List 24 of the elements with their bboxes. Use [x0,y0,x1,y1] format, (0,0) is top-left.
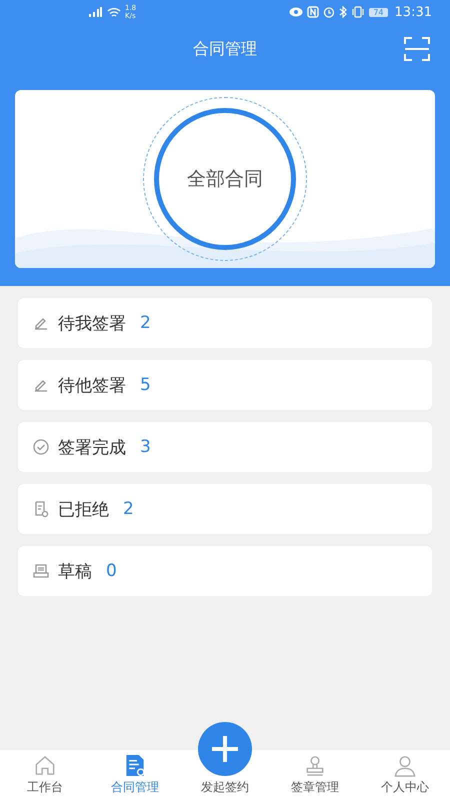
nav-tab[interactable]: 个人中心 [360,750,450,800]
nav-tab[interactable]: 合同管理 [90,750,180,800]
contract-category-row[interactable]: 待我签署 2 [18,298,432,348]
category-count: 2 [123,499,134,519]
category-count: 5 [140,375,151,395]
contract-category-row[interactable]: 签署完成 3 [18,422,432,472]
category-count: 3 [140,437,151,457]
category-label: 已拒绝 [58,498,109,520]
category-count: 0 [106,561,117,581]
category-label: 待我签署 [58,312,126,334]
nav-tab[interactable]: 工作台 [0,750,90,800]
nav-tab[interactable]: 签章管理 [270,750,360,800]
nav-tab[interactable]: 发起签约 [180,724,270,800]
category-label: 草稿 [58,560,92,582]
contract-category-row[interactable]: 已拒绝 2 [18,484,432,534]
category-label: 签署完成 [58,436,126,458]
page-title: 合同管理 [193,38,257,60]
all-contracts-button[interactable]: 全部合同 [154,108,296,250]
contract-category-row[interactable]: 草稿 0 [18,546,432,596]
contract-category-row[interactable]: 待他签署 5 [18,360,432,410]
category-label: 待他签署 [58,374,126,396]
category-count: 2 [140,313,151,333]
battery-level: 74 [369,8,388,16]
clock: 13:31 [394,4,432,20]
